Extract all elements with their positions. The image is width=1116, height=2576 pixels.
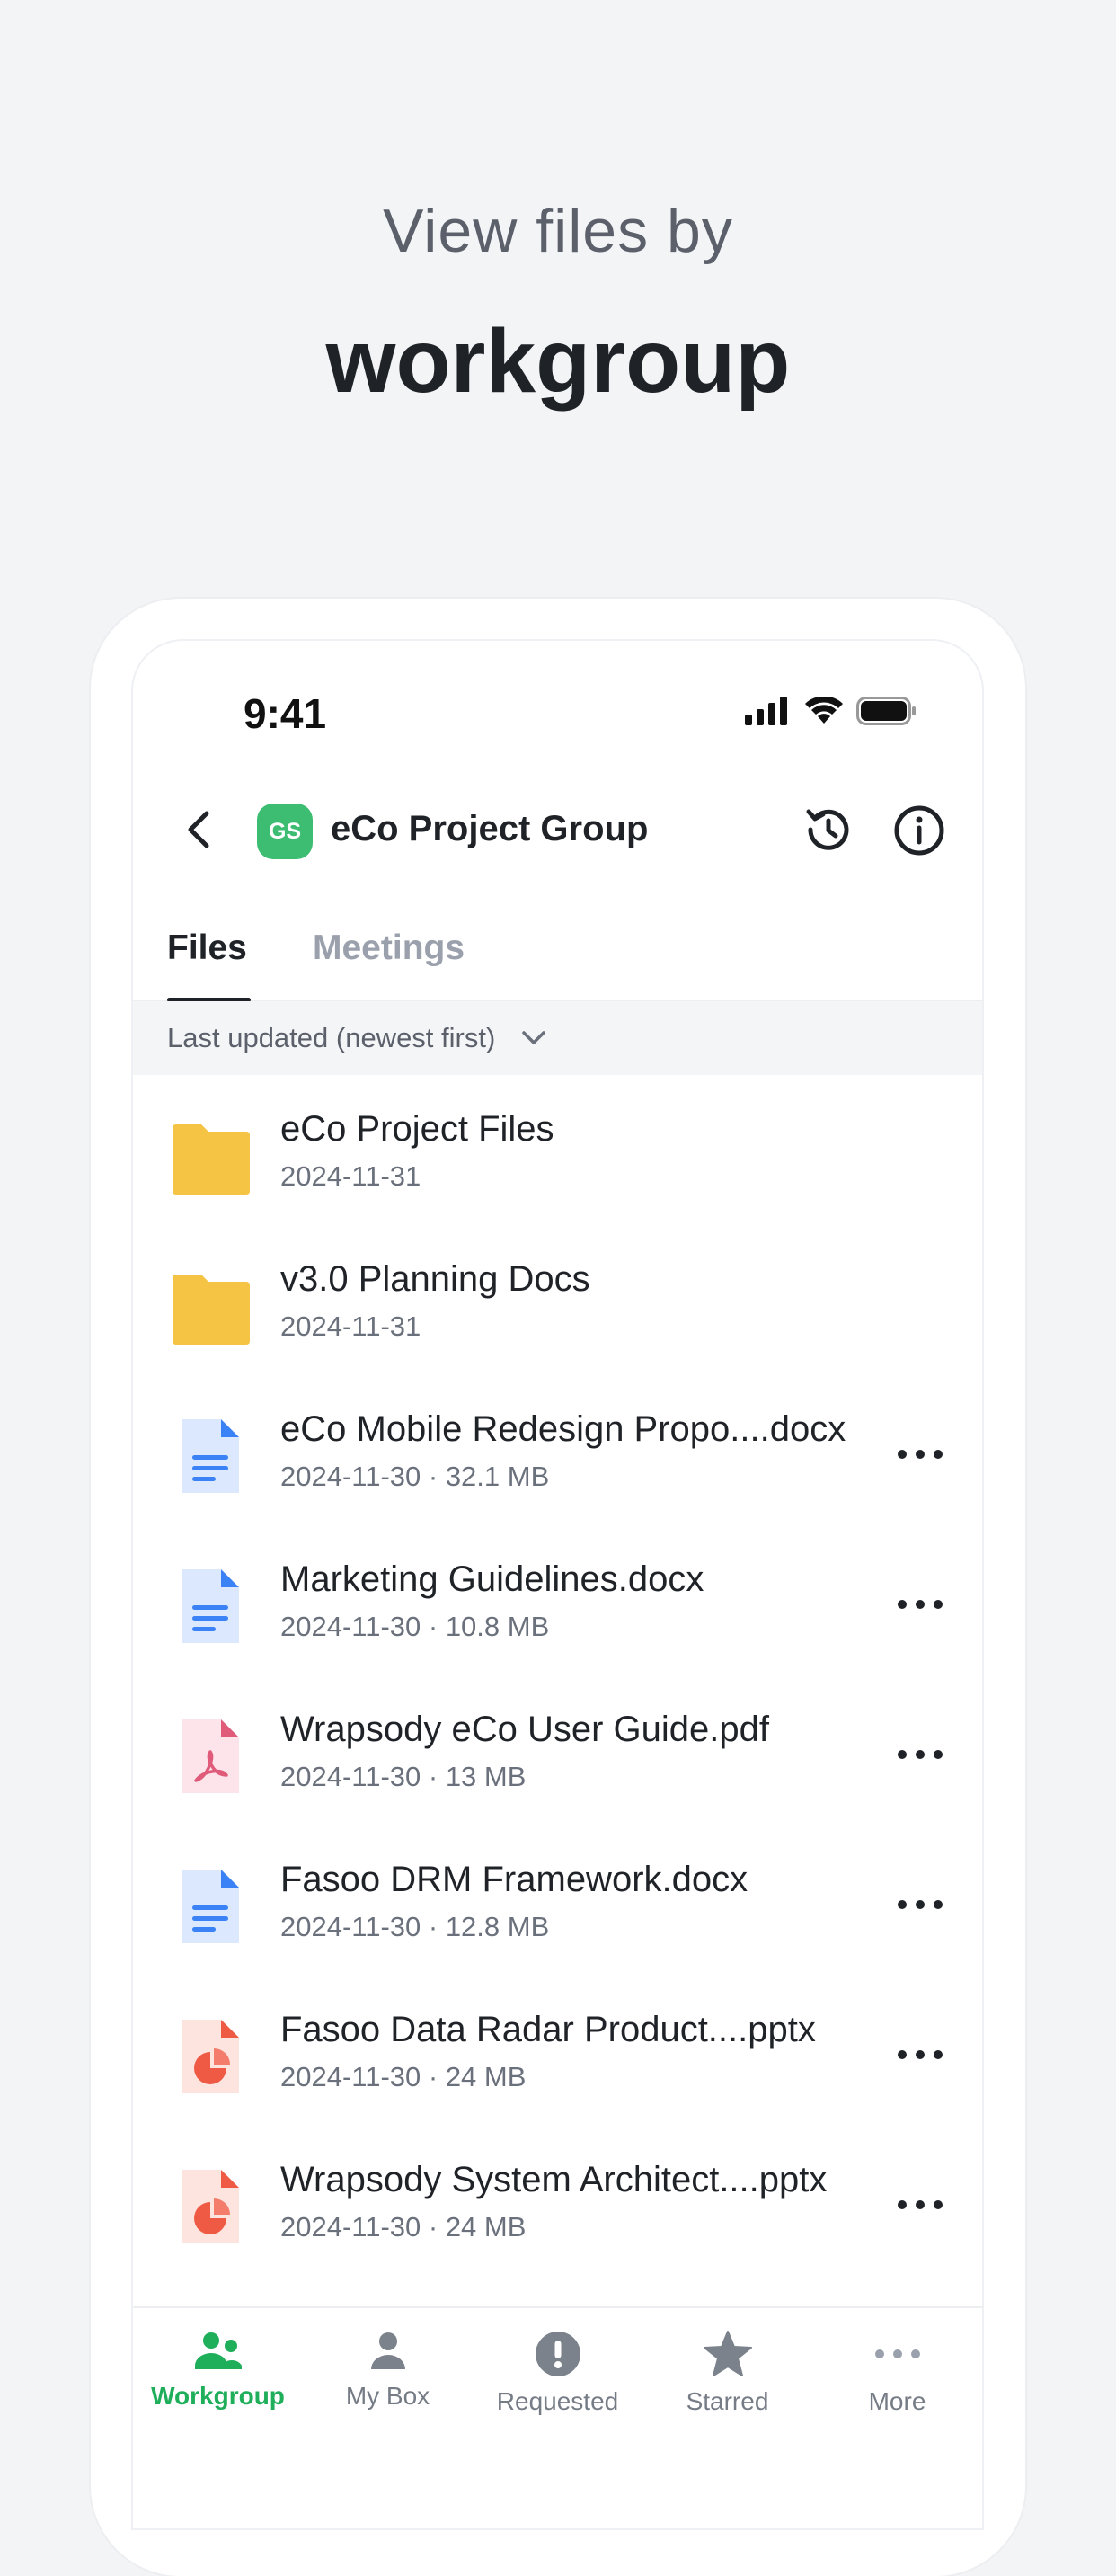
more-options-icon[interactable] <box>895 1729 945 1780</box>
item-name: Wrapsody eCo User Guide.pdf <box>280 1710 769 1749</box>
item-name: eCo Mobile Redesign Propo....docx <box>280 1409 846 1449</box>
file-row[interactable]: Wrapsody eCo User Guide.pdf 2024-11-30 · … <box>133 1675 982 1825</box>
chevron-down-icon <box>522 1031 546 1044</box>
status-time: 9:41 <box>244 690 327 737</box>
history-icon[interactable] <box>800 803 854 857</box>
bottom-nav-label: My Box <box>345 2382 430 2410</box>
ellipsis-icon <box>874 2349 920 2358</box>
chevron-left-icon[interactable] <box>176 803 225 857</box>
bottom-nav-mybox[interactable]: My Box <box>303 2330 473 2411</box>
bottom-nav-label: Starred <box>686 2387 769 2415</box>
folder-row[interactable]: v3.0 Planning Docs 2024-11-31 <box>133 1225 982 1375</box>
bottom-nav-label: More <box>868 2387 926 2415</box>
file-row[interactable]: Wrapsody System Architect....pptx 2024-11… <box>133 2126 982 2276</box>
item-meta: 2024-11-31 <box>280 1310 421 1342</box>
exclamation-badge-icon <box>535 2332 580 2376</box>
group-avatar: GS <box>257 804 313 859</box>
tab-files[interactable]: Files <box>167 910 251 1002</box>
info-icon[interactable] <box>893 804 945 857</box>
docx-file-icon <box>171 1566 252 1647</box>
bottom-nav-label: Workgroup <box>151 2382 285 2410</box>
item-name: Marketing Guidelines.docx <box>280 1559 704 1599</box>
bottom-nav-workgroup[interactable]: Workgroup <box>133 2330 303 2411</box>
more-options-icon[interactable] <box>895 1429 945 1479</box>
bottom-nav-requested[interactable]: Requested <box>473 2330 642 2416</box>
item-meta: 2024-11-30 · 24 MB <box>280 2211 527 2243</box>
item-meta: 2024-11-30 · 12.8 MB <box>280 1911 550 1942</box>
bottom-nav-label: Requested <box>496 2387 619 2415</box>
item-name: v3.0 Planning Docs <box>280 1259 590 1299</box>
docx-file-icon <box>171 1416 252 1497</box>
item-name: eCo Project Files <box>280 1109 554 1149</box>
pptx-file-icon <box>171 2166 252 2247</box>
bottom-nav-starred[interactable]: Starred <box>642 2330 812 2416</box>
more-options-icon[interactable] <box>895 2180 945 2230</box>
file-list: eCo Project Files 2024-11-31 v3.0 Planning… <box>133 1075 982 2276</box>
group-title: eCo Project Group <box>331 809 649 848</box>
bottom-nav: Workgroup My Box Requested Starred More <box>133 2306 982 2528</box>
more-options-icon[interactable] <box>895 1879 945 1930</box>
status-icons <box>745 697 917 725</box>
cellular-signal-icon <box>745 697 787 725</box>
item-name: Fasoo DRM Framework.docx <box>280 1860 748 1899</box>
more-options-icon[interactable] <box>895 2030 945 2080</box>
bottom-nav-more[interactable]: More <box>812 2330 982 2416</box>
item-meta: 2024-11-30 · 13 MB <box>280 1761 527 1792</box>
file-row[interactable]: Fasoo DRM Framework.docx 2024-11-30 · 12.… <box>133 1825 982 1976</box>
wifi-icon <box>805 697 843 724</box>
item-name: Wrapsody System Architect....pptx <box>280 2160 828 2199</box>
hero-title: workgroup <box>325 311 791 412</box>
tab-bar: Files Meetings <box>133 910 982 1002</box>
item-name: Fasoo Data Radar Product....pptx <box>280 2010 816 2049</box>
file-row[interactable]: eCo Mobile Redesign Propo....docx 2024-11… <box>133 1375 982 1525</box>
docx-file-icon <box>171 1866 252 1947</box>
item-meta: 2024-11-31 <box>280 1160 421 1192</box>
nav-bar: GS eCo Project Group <box>133 776 982 884</box>
pptx-file-icon <box>171 2016 252 2097</box>
phone-screen: 9:41 GS eCo Project Group Files Meetings… <box>133 641 982 2528</box>
hero-subtitle: View files by <box>383 197 733 265</box>
more-options-icon[interactable] <box>895 1579 945 1630</box>
folder-icon <box>171 1266 252 1346</box>
battery-icon <box>856 697 916 725</box>
file-row[interactable]: Marketing Guidelines.docx 2024-11-30 · 10… <box>133 1525 982 1675</box>
file-row[interactable]: Fasoo Data Radar Product....pptx 2024-11-… <box>133 1976 982 2126</box>
folder-icon <box>171 1115 252 1196</box>
item-meta: 2024-11-30 · 10.8 MB <box>280 1611 550 1642</box>
star-icon <box>703 2331 752 2376</box>
sort-label: Last updated (newest first) <box>167 1022 496 1053</box>
person-icon <box>370 2332 405 2369</box>
tab-meetings[interactable]: Meetings <box>313 910 465 1000</box>
pdf-file-icon <box>171 1716 252 1797</box>
item-meta: 2024-11-30 · 24 MB <box>280 2061 527 2092</box>
tab-label: Meetings <box>313 928 465 967</box>
people-icon <box>194 2332 242 2369</box>
tab-label: Files <box>167 928 247 967</box>
sort-dropdown[interactable]: Last updated (newest first) <box>133 1001 982 1075</box>
folder-row[interactable]: eCo Project Files 2024-11-31 <box>133 1075 982 1225</box>
item-meta: 2024-11-30 · 32.1 MB <box>280 1461 550 1492</box>
